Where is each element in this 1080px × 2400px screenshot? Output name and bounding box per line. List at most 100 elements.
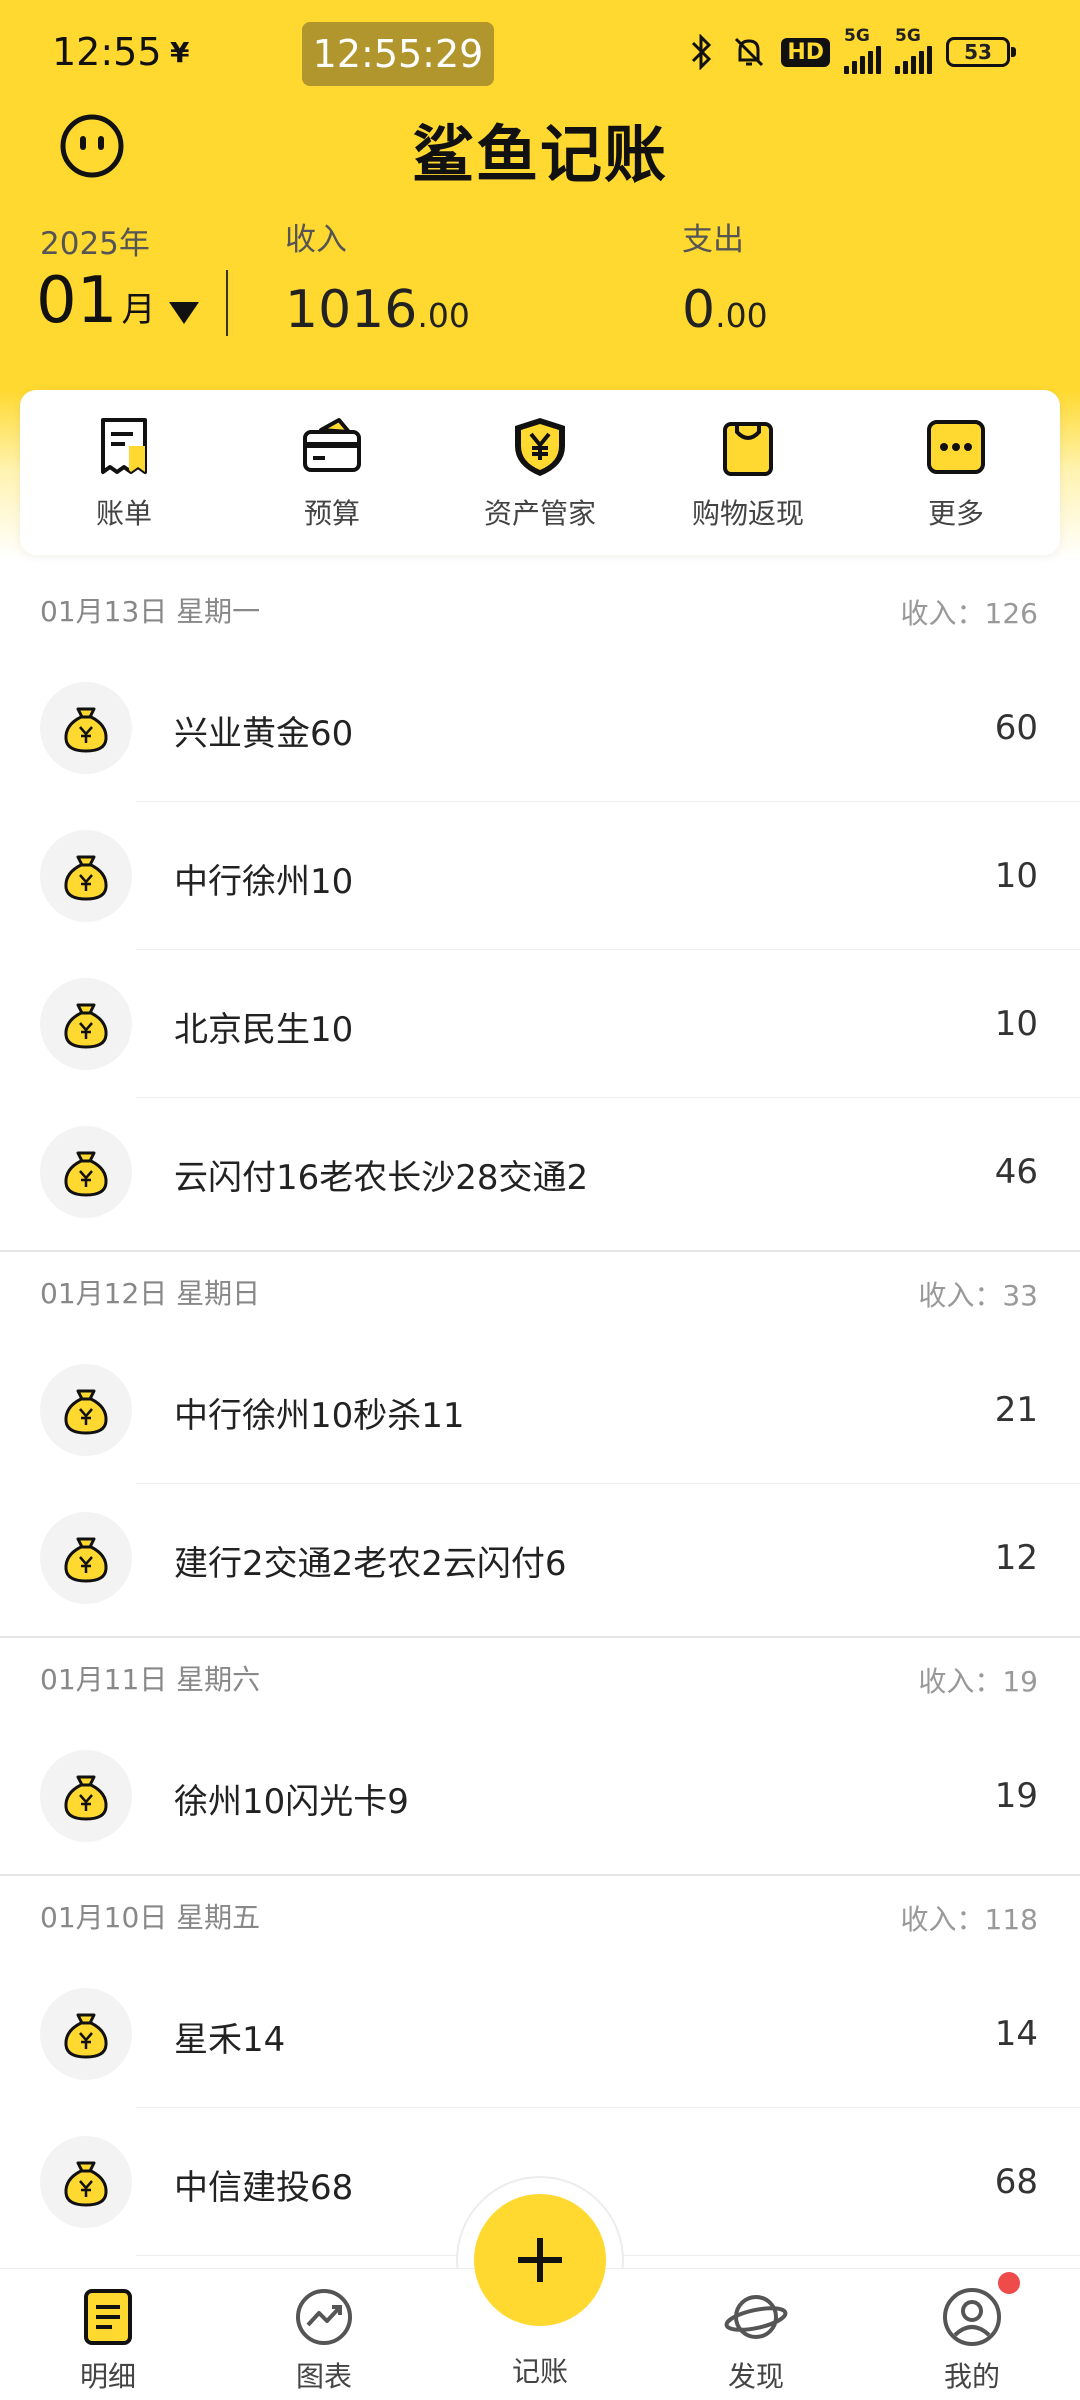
money-bag-icon [40,1512,132,1604]
transaction-row[interactable]: 北京民生10 10 [0,950,1080,1098]
money-bag-icon [40,2136,132,2228]
expense-decimal: .00 [715,296,768,335]
bluetooth-icon [687,34,717,70]
network-type-1: 5G [844,26,870,46]
wallet-icon [303,418,361,472]
transaction-row[interactable]: 徐州10闪光卡9 19 [0,1722,1080,1870]
year-label[interactable]: 2025年 [40,218,150,263]
user-profile-icon [943,2288,1001,2346]
network-type-2: 5G [895,26,921,46]
tab-mine[interactable]: 我的 [902,2269,1042,2400]
menu-label-cashback: 购物返现 [691,497,804,530]
transaction-amount: 21 [994,1390,1038,1430]
menu-label-assets: 资产管家 [483,497,596,530]
day-header: 01月11日 星期六 收入：19 [0,1638,1080,1722]
money-bag-icon [40,1126,132,1218]
money-bag-icon [40,1988,132,2080]
income-value: 1016.00 [285,280,470,340]
status-time: 12:55 [52,30,162,74]
tab-label-discover: 发现 [727,2360,784,2393]
money-bag-icon [40,978,132,1070]
menu-item-assets[interactable]: 资产管家 [436,390,644,555]
day-header: 01月12日 星期日 收入：33 [0,1252,1080,1336]
transaction-title: 兴业黄金60 [174,714,354,754]
tab-label-details: 明细 [79,2360,136,2393]
transaction-title: 中行徐州10秒杀11 [174,1396,465,1436]
transaction-row[interactable]: 中行徐州10 10 [0,802,1080,950]
transaction-amount: 10 [994,856,1038,896]
transaction-amount: 10 [994,1004,1038,1044]
menu-item-budget[interactable]: 预算 [228,390,436,555]
tab-label-record: 记账 [511,2355,568,2388]
day-total: 收入：126 [900,597,1038,630]
day-total: 收入：19 [918,1665,1038,1698]
menu-label-more: 更多 [927,497,984,530]
day-date: 01月12日 星期日 [40,1277,261,1310]
money-bag-icon [40,1364,132,1456]
day-total: 收入：33 [918,1279,1038,1312]
month-selector[interactable]: 01 月 [36,264,200,338]
income-label: 收入 [285,222,347,258]
menu-item-cashback[interactable]: 购物返现 [644,390,852,555]
quick-menu: 账单 预算 资产管家 购物返现 更多 [20,390,1060,555]
signal-icon-2: 5G [895,26,932,74]
day-header: 01月10日 星期五 收入：118 [0,1876,1080,1960]
app-title: 鲨鱼记账 [411,118,668,191]
transaction-title: 徐州10闪光卡9 [174,1782,409,1822]
transaction-row[interactable]: 中行徐州10秒杀11 21 [0,1336,1080,1484]
day-total: 收入：118 [900,1903,1038,1936]
tab-discover[interactable]: 发现 [686,2269,826,2400]
status-icons: HD 5G 5G 53 [687,26,1016,74]
menu-item-more[interactable]: 更多 [852,390,1060,555]
bell-muted-icon [731,34,767,70]
transaction-amount: 14 [994,2014,1038,2054]
transaction-list: 01月13日 星期一 收入：126 兴业黄金60 60 中行徐州10 10 北京… [0,570,1080,2256]
expense-integer: 0 [682,280,716,340]
day-date: 01月11日 星期六 [40,1663,261,1696]
summary-divider [226,270,228,336]
tab-charts[interactable]: 图表 [254,2269,394,2400]
transaction-title: 云闪付16老农长沙28交通2 [174,1158,589,1198]
transaction-row[interactable]: 云闪付16老农长沙28交通2 46 [0,1098,1080,1246]
details-list-icon [84,2289,132,2345]
day-date: 01月10日 星期五 [40,1901,261,1934]
transaction-row[interactable]: 星禾14 14 [0,1960,1080,2108]
month-unit: 月 [121,290,156,330]
transaction-row[interactable]: 兴业黄金60 60 [0,654,1080,802]
shopping-bag-icon [723,422,773,476]
tab-details[interactable]: 明细 [38,2269,178,2400]
caret-down-icon [169,302,200,324]
month-number: 01 [36,264,118,338]
status-bar: 12:55 ¥ 12:55:29 HD 5G 5G 53 [0,0,1080,110]
planet-icon [724,2295,788,2339]
menu-item-bill[interactable]: 账单 [20,390,228,555]
transaction-title: 中行徐州10 [174,862,354,902]
more-icon [927,420,985,474]
hd-badge: HD [781,37,830,67]
yen-notification-icon: ¥ [170,36,190,69]
bill-icon [101,418,147,474]
transaction-row[interactable]: 建行2交通2老农2云闪付6 12 [0,1484,1080,1632]
income-decimal: .00 [417,296,470,335]
day-header: 01月13日 星期一 收入：126 [0,570,1080,654]
income-integer: 1016 [285,280,418,340]
expense-label: 支出 [682,222,744,258]
transaction-amount: 46 [994,1152,1038,1192]
shield-yen-icon [515,418,565,476]
transaction-amount: 68 [994,2162,1038,2202]
trend-chart-icon [296,2289,352,2345]
transaction-title: 建行2交通2老农2云闪付6 [174,1544,567,1584]
record-button[interactable] [474,2194,606,2326]
day-date: 01月13日 星期一 [40,595,261,628]
menu-label-bill: 账单 [95,497,152,530]
app-screen: 12:55 ¥ 12:55:29 HD 5G 5G 53 鲨鱼记账 2025年 … [0,0,1080,2400]
transaction-title: 北京民生10 [174,1010,354,1050]
menu-label-budget: 预算 [303,497,360,530]
transaction-amount: 19 [994,1776,1038,1816]
money-bag-icon [40,682,132,774]
battery-icon: 53 [946,37,1016,67]
money-bag-icon [40,830,132,922]
tab-label-mine: 我的 [943,2360,1000,2393]
transaction-amount: 60 [994,708,1038,748]
transaction-amount: 12 [994,1538,1038,1578]
